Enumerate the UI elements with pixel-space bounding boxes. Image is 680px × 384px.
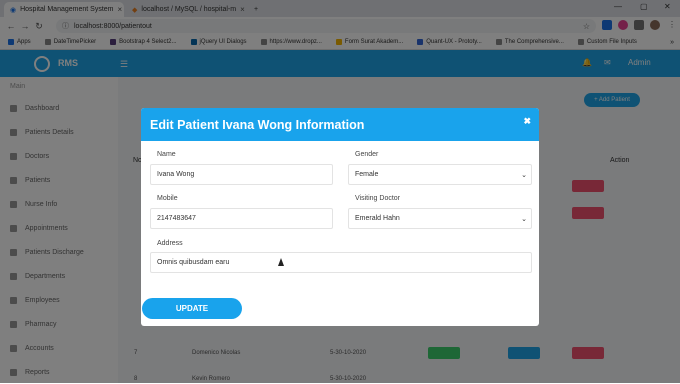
close-icon[interactable]: ✖ [523,116,531,127]
edit-patient-modal: Edit Patient Ivana Wong Information ✖ Na… [141,108,539,326]
gender-value: Female [355,171,379,178]
name-label: Name [157,151,176,158]
mobile-value: 2147483647 [157,215,196,222]
address-field[interactable]: Omnis quibusdam earu [150,252,532,273]
modal-title: Edit Patient Ivana Wong Information [150,117,365,132]
mouse-cursor-icon [278,258,284,266]
doctor-select[interactable]: Emerald Hahn ⌄ [348,208,532,229]
address-value: Omnis quibusdam earu [157,259,230,266]
update-button[interactable]: UPDATE [142,298,242,319]
chevron-down-icon: ⌄ [521,171,527,179]
mobile-field[interactable]: 2147483647 [150,208,333,229]
doctor-label: Visiting Doctor [355,195,401,202]
name-field[interactable]: Ivana Wong [150,164,333,185]
chevron-down-icon: ⌄ [521,215,527,223]
gender-select[interactable]: Female ⌄ [348,164,532,185]
name-value: Ivana Wong [157,171,195,178]
doctor-value: Emerald Hahn [355,215,400,222]
address-label: Address [157,240,183,247]
gender-label: Gender [355,151,379,158]
mobile-label: Mobile [157,195,178,202]
modal-header: Edit Patient Ivana Wong Information ✖ [141,108,539,141]
